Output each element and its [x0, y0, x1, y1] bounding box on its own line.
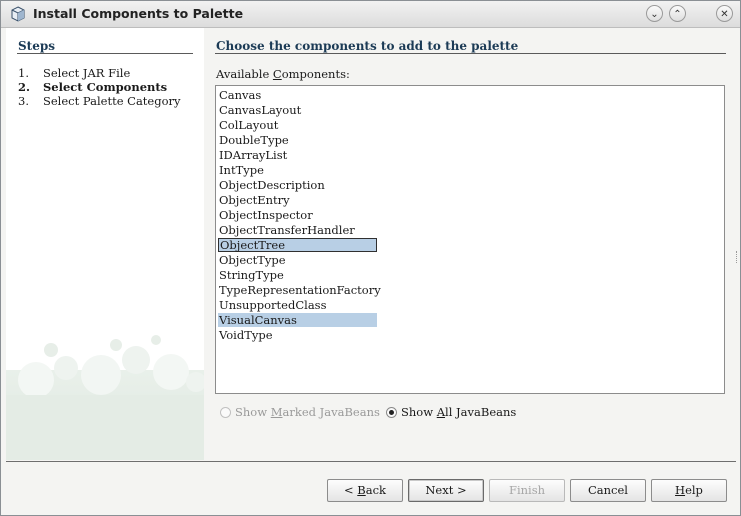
list-item[interactable]: ObjectDescription	[218, 178, 377, 192]
list-item[interactable]: VoidType	[218, 328, 377, 342]
steps-panel: Steps 1. Select JAR File 2. Select Compone…	[6, 28, 204, 460]
radio-off-icon	[220, 407, 231, 418]
next-button[interactable]: Next >	[408, 479, 484, 502]
close-button[interactable]: ✕	[716, 5, 733, 22]
page-title: Choose the components to add to the pale…	[216, 39, 519, 53]
list-item[interactable]: DoubleType	[218, 133, 377, 147]
list-item[interactable]: TypeRepresentationFactory	[218, 283, 381, 297]
step-select-components: 2. Select Components	[18, 80, 167, 94]
title-divider	[215, 53, 726, 54]
available-components-label: Available Components:	[216, 67, 350, 81]
list-item[interactable]: IntType	[218, 163, 377, 177]
steps-heading: Steps	[18, 39, 55, 53]
radio-on-icon	[386, 407, 397, 418]
decorative-bubbles-image	[6, 335, 204, 460]
list-item[interactable]: ObjectTransferHandler	[218, 223, 377, 237]
show-marked-javabeans-radio[interactable]: Show Marked JavaBeans	[220, 405, 380, 419]
finish-button[interactable]: Finish	[489, 479, 565, 502]
list-item[interactable]: ObjectType	[218, 253, 377, 267]
resize-grip[interactable]	[736, 251, 739, 263]
list-item[interactable]: UnsupportedClass	[218, 298, 377, 312]
install-components-dialog: Install Components to Palette ⌄ ⌃ ✕ Step…	[0, 0, 741, 516]
list-item[interactable]: StringType	[218, 268, 377, 282]
step-number: 1.	[18, 66, 29, 80]
app-cube-icon	[11, 6, 25, 22]
back-button[interactable]: < Back	[327, 479, 403, 502]
step-select-palette-category: 3. Select Palette Category	[18, 94, 181, 108]
step-number: 3.	[18, 94, 29, 108]
list-item[interactable]: ColLayout	[218, 118, 377, 132]
step-label: Select Palette Category	[43, 94, 181, 108]
maximize-button[interactable]: ⌃	[669, 5, 686, 22]
list-item[interactable]: CanvasLayout	[218, 103, 377, 117]
step-label: Select Components	[43, 80, 168, 94]
step-label: Select JAR File	[43, 66, 131, 80]
button-bar-separator	[6, 461, 736, 462]
list-item[interactable]: Canvas	[218, 88, 377, 102]
steps-divider	[17, 53, 193, 54]
window-title: Install Components to Palette	[33, 6, 244, 21]
step-select-jar: 1. Select JAR File	[18, 66, 130, 80]
list-item[interactable]: ObjectTree	[218, 238, 377, 252]
title-bar[interactable]: Install Components to Palette ⌄ ⌃ ✕	[1, 1, 740, 28]
list-item[interactable]: ObjectEntry	[218, 193, 377, 207]
chevron-down-icon: ⌄	[650, 9, 659, 20]
cancel-button[interactable]: Cancel	[570, 479, 646, 502]
list-item[interactable]: VisualCanvas	[218, 313, 377, 327]
list-item[interactable]: ObjectInspector	[218, 208, 377, 222]
show-all-javabeans-radio[interactable]: Show All JavaBeans	[386, 405, 516, 419]
help-button[interactable]: Help	[651, 479, 727, 502]
chevron-up-icon: ⌃	[673, 9, 682, 20]
minimize-button[interactable]: ⌄	[646, 5, 663, 22]
close-icon: ✕	[720, 9, 729, 20]
list-item[interactable]: IDArrayList	[218, 148, 377, 162]
step-number: 2.	[18, 80, 31, 94]
components-list[interactable]: Canvas CanvasLayout ColLayout DoubleType IDA…	[215, 85, 725, 394]
